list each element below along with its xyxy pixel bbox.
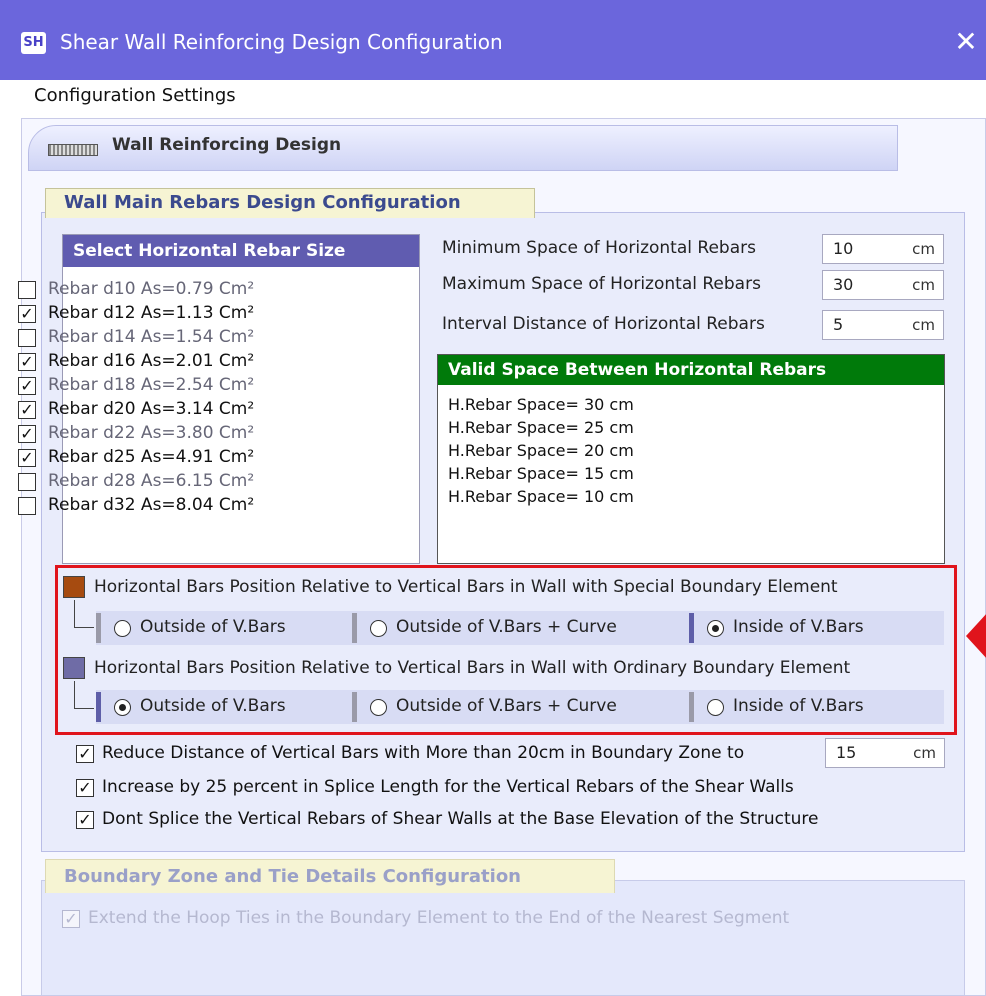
close-icon[interactable]: ✕	[948, 24, 984, 60]
boundary-section-title: Boundary Zone and Tie Details Configurat…	[64, 866, 521, 887]
special-boundary-swatch	[63, 576, 85, 598]
option-label: Inside of V.Bars	[733, 696, 864, 716]
ordinary-opt-outside-curve[interactable]: Outside of V.Bars + Curve	[352, 690, 686, 724]
reduce-distance-input[interactable]: 15 cm	[825, 738, 945, 768]
radio-button[interactable]	[707, 699, 724, 716]
unit-label: cm	[912, 316, 935, 334]
rebar-label: Rebar d10 As=0.79 Cm²	[48, 279, 255, 299]
separator	[352, 613, 357, 643]
title-bar: SH Shear Wall Reinforcing Design Configu…	[0, 0, 986, 80]
checkbox[interactable]	[18, 329, 36, 347]
min-space-input[interactable]: 10 cm	[822, 234, 944, 264]
rebar-label: Rebar d18 As=2.54 Cm²	[48, 375, 255, 395]
ordinary-boundary-label: Horizontal Bars Position Relative to Ver…	[94, 658, 851, 678]
reduce-distance-value: 15	[836, 743, 857, 762]
section-title: Wall Main Rebars Design Configuration	[64, 192, 461, 213]
boundary-section-tab: Boundary Zone and Tie Details Configurat…	[45, 859, 615, 893]
radio-button[interactable]	[370, 620, 387, 637]
rebar-list-header: Select Horizontal Rebar Size	[63, 235, 419, 267]
special-boundary-label: Horizontal Bars Position Relative to Ver…	[94, 577, 838, 597]
checkbox[interactable]	[18, 497, 36, 515]
valid-space-item: H.Rebar Space= 20 cm	[448, 441, 634, 460]
option-label: Outside of V.Bars	[140, 617, 286, 637]
wall-icon	[48, 144, 98, 156]
min-space-value: 10	[833, 239, 854, 258]
checkbox[interactable]: ✓	[76, 811, 94, 829]
app-logo-icon: SH	[21, 32, 46, 54]
radio-button[interactable]	[114, 620, 131, 637]
radio-button-selected[interactable]	[707, 620, 724, 637]
ordinary-opt-outside[interactable]: Outside of V.Bars	[96, 690, 348, 724]
min-space-label: Minimum Space of Horizontal Rebars	[442, 238, 756, 258]
tree-connector	[74, 600, 94, 628]
separator	[689, 692, 694, 722]
interval-value: 5	[833, 315, 844, 334]
radio-button-selected[interactable]	[114, 699, 131, 716]
extend-hoop-label: Extend the Hoop Ties in the Boundary Ele…	[88, 908, 790, 928]
checkbox[interactable]: ✓	[18, 377, 36, 395]
separator	[96, 613, 101, 643]
valid-space-item: H.Rebar Space= 10 cm	[448, 487, 634, 506]
checkbox[interactable]: ✓	[18, 305, 36, 323]
max-space-value: 30	[833, 275, 854, 294]
checkbox[interactable]: ✓	[18, 401, 36, 419]
interval-input[interactable]: 5 cm	[822, 310, 944, 340]
separator	[352, 692, 357, 722]
unit-label: cm	[913, 744, 936, 762]
interval-label: Interval Distance of Horizontal Rebars	[442, 314, 765, 334]
radio-button[interactable]	[370, 699, 387, 716]
ordinary-boundary-swatch	[63, 657, 85, 679]
extend-hoop-checkbox[interactable]: ✓	[62, 910, 80, 928]
menu-configuration-settings[interactable]: Configuration Settings	[34, 85, 236, 106]
valid-space-header: Valid Space Between Horizontal Rebars	[438, 355, 944, 385]
dont-splice-label: Dont Splice the Vertical Rebars of Shear…	[102, 809, 819, 829]
rebar-label: Rebar d12 As=1.13 Cm²	[48, 303, 255, 323]
tree-connector	[74, 681, 94, 709]
rebar-label: Rebar d25 As=4.91 Cm²	[48, 447, 255, 467]
checkbox[interactable]	[18, 281, 36, 299]
increase-splice-label: Increase by 25 percent in Splice Length …	[102, 777, 794, 797]
unit-label: cm	[912, 276, 935, 294]
option-label: Inside of V.Bars	[733, 617, 864, 637]
valid-space-item: H.Rebar Space= 30 cm	[448, 395, 634, 414]
rebar-label: Rebar d16 As=2.01 Cm²	[48, 351, 255, 371]
option-label: Outside of V.Bars + Curve	[396, 617, 617, 637]
checkbox[interactable]: ✓	[76, 779, 94, 797]
valid-space-item: H.Rebar Space= 25 cm	[448, 418, 634, 437]
menu-bar: Configuration Settings	[0, 80, 986, 114]
special-opt-outside-curve[interactable]: Outside of V.Bars + Curve	[352, 611, 686, 645]
special-opt-outside[interactable]: Outside of V.Bars	[96, 611, 348, 645]
separator	[96, 692, 101, 722]
option-label: Outside of V.Bars + Curve	[396, 696, 617, 716]
section-tab: Wall Main Rebars Design Configuration	[45, 188, 535, 218]
separator	[689, 613, 694, 643]
rebar-label: Rebar d20 As=3.14 Cm²	[48, 399, 255, 419]
checkbox[interactable]	[18, 473, 36, 491]
valid-space-list: Valid Space Between Horizontal Rebars H.…	[437, 354, 945, 564]
checkbox[interactable]: ✓	[18, 449, 36, 467]
option-label: Outside of V.Bars	[140, 696, 286, 716]
ordinary-opt-inside[interactable]: Inside of V.Bars	[689, 690, 944, 724]
group-title: Wall Reinforcing Design	[112, 135, 342, 155]
special-opt-inside[interactable]: Inside of V.Bars	[689, 611, 944, 645]
rebar-label: Rebar d14 As=1.54 Cm²	[48, 327, 255, 347]
rebar-label: Rebar d32 As=8.04 Cm²	[48, 495, 255, 515]
reduce-distance-label: Reduce Distance of Vertical Bars with Mo…	[102, 743, 745, 763]
pointer-arrow-icon	[966, 612, 986, 660]
checkbox[interactable]: ✓	[18, 353, 36, 371]
checkbox[interactable]: ✓	[76, 745, 94, 763]
max-space-label: Maximum Space of Horizontal Rebars	[442, 274, 761, 294]
unit-label: cm	[912, 240, 935, 258]
valid-space-item: H.Rebar Space= 15 cm	[448, 464, 634, 483]
window-title: Shear Wall Reinforcing Design Configurat…	[60, 30, 503, 54]
checkbox[interactable]: ✓	[18, 425, 36, 443]
boundary-zone-panel	[41, 880, 965, 996]
rebar-label: Rebar d22 As=3.80 Cm²	[48, 423, 255, 443]
rebar-label: Rebar d28 As=6.15 Cm²	[48, 471, 255, 491]
max-space-input[interactable]: 30 cm	[822, 270, 944, 300]
